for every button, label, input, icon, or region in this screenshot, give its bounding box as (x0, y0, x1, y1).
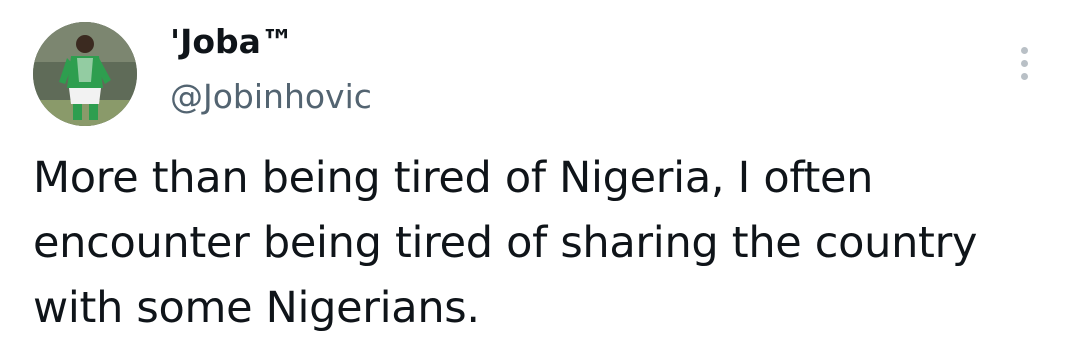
avatar[interactable] (33, 22, 137, 126)
more-options-button[interactable] (1008, 40, 1042, 86)
author-display-name[interactable]: 'Joba™ (170, 22, 294, 62)
avatar-image (33, 22, 137, 126)
tweet-card: 'Joba™ @Jobinhovic More than being tired… (0, 0, 1080, 360)
author-handle[interactable]: @Jobinhovic (170, 76, 372, 118)
tweet-text: More than being tired of Nigeria, I ofte… (33, 153, 978, 333)
